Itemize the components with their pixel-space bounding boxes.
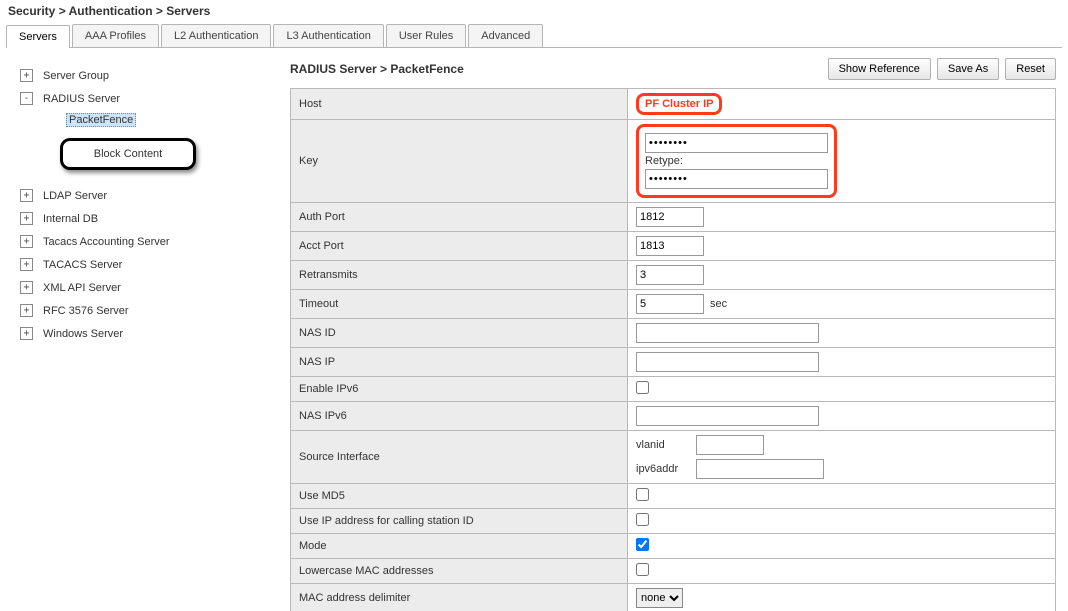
breadcrumb: Security > Authentication > Servers: [0, 0, 1068, 22]
enable-ipv6-checkbox[interactable]: [636, 381, 649, 394]
retransmits-input[interactable]: [636, 265, 704, 285]
tree-item-label: RADIUS Server: [43, 93, 120, 105]
key-retype-input[interactable]: [645, 169, 828, 189]
key-label: Key: [291, 120, 628, 203]
use-md5-label: Use MD5: [291, 484, 628, 509]
ipv6addr-input[interactable]: [696, 459, 824, 479]
expand-icon[interactable]: +: [20, 304, 33, 317]
expand-icon[interactable]: +: [20, 235, 33, 248]
vlanid-input[interactable]: [696, 435, 764, 455]
timeout-label: Timeout: [291, 290, 628, 319]
tree-item-radius-server[interactable]: - RADIUS Server: [20, 87, 280, 110]
timeout-input[interactable]: [636, 294, 704, 314]
tree-item-label: XML API Server: [43, 282, 121, 294]
timeout-unit: sec: [710, 298, 727, 310]
nas-ip-input[interactable]: [636, 352, 819, 372]
nas-ipv6-input[interactable]: [636, 406, 819, 426]
tree-item-xml-api[interactable]: + XML API Server: [20, 276, 280, 299]
tab-servers[interactable]: Servers: [6, 25, 70, 48]
tab-bar: Servers AAA Profiles L2 Authentication L…: [6, 24, 1062, 48]
lowercase-mac-checkbox[interactable]: [636, 563, 649, 576]
lowercase-mac-label: Lowercase MAC addresses: [291, 559, 628, 584]
tree-item-label: Server Group: [43, 70, 109, 82]
expand-icon[interactable]: +: [20, 212, 33, 225]
collapse-icon[interactable]: -: [20, 92, 33, 105]
use-ip-csid-label: Use IP address for calling station ID: [291, 509, 628, 534]
nas-id-input[interactable]: [636, 323, 819, 343]
key-input[interactable]: [645, 133, 828, 153]
nas-id-label: NAS ID: [291, 319, 628, 348]
acct-port-input[interactable]: [636, 236, 704, 256]
tree-item-label: LDAP Server: [43, 190, 107, 202]
host-value: PF Cluster IP: [636, 93, 722, 115]
tab-l2-auth[interactable]: L2 Authentication: [161, 24, 271, 47]
source-interface-label: Source Interface: [291, 431, 628, 484]
tree-item-packetfence[interactable]: PacketFence: [66, 110, 280, 130]
host-label: Host: [291, 89, 628, 120]
mode-label: Mode: [291, 534, 628, 559]
tab-aaa-profiles[interactable]: AAA Profiles: [72, 24, 159, 47]
tree-item-tacacs-server[interactable]: + TACACS Server: [20, 253, 280, 276]
annotation-callout: Block Content: [60, 138, 196, 170]
nas-ipv6-label: NAS IPv6: [291, 402, 628, 431]
tree-item-label: PacketFence: [66, 113, 136, 127]
tree-item-rfc3576[interactable]: + RFC 3576 Server: [20, 299, 280, 322]
tab-advanced[interactable]: Advanced: [468, 24, 543, 47]
expand-icon[interactable]: +: [20, 327, 33, 340]
key-highlight: Retype:: [636, 124, 837, 198]
expand-icon[interactable]: +: [20, 69, 33, 82]
save-as-button[interactable]: Save As: [937, 58, 999, 80]
nas-ip-label: NAS IP: [291, 348, 628, 377]
key-retype-label: Retype:: [645, 155, 683, 167]
tab-l3-auth[interactable]: L3 Authentication: [273, 24, 383, 47]
server-tree: + Server Group - RADIUS Server PacketFen…: [6, 58, 284, 611]
tree-item-label: Internal DB: [43, 213, 98, 225]
tree-item-label: TACACS Server: [43, 259, 122, 271]
show-reference-button[interactable]: Show Reference: [828, 58, 931, 80]
mac-delimiter-label: MAC address delimiter: [291, 584, 628, 611]
reset-button[interactable]: Reset: [1005, 58, 1056, 80]
enable-ipv6-label: Enable IPv6: [291, 377, 628, 402]
use-md5-checkbox[interactable]: [636, 488, 649, 501]
tree-item-internal-db[interactable]: + Internal DB: [20, 207, 280, 230]
tree-item-ldap-server[interactable]: + LDAP Server: [20, 184, 280, 207]
tab-user-rules[interactable]: User Rules: [386, 24, 466, 47]
tree-item-label: Windows Server: [43, 328, 123, 340]
vlanid-label: vlanid: [636, 439, 696, 451]
use-ip-csid-checkbox[interactable]: [636, 513, 649, 526]
expand-icon[interactable]: +: [20, 258, 33, 271]
tree-item-label: RFC 3576 Server: [43, 305, 129, 317]
mac-delimiter-select[interactable]: none: [636, 588, 683, 608]
tree-item-server-group[interactable]: + Server Group: [20, 64, 280, 87]
auth-port-input[interactable]: [636, 207, 704, 227]
auth-port-label: Auth Port: [291, 203, 628, 232]
mode-checkbox[interactable]: [636, 538, 649, 551]
panel-title: RADIUS Server > PacketFence: [290, 62, 822, 76]
tree-item-tacacs-acct[interactable]: + Tacacs Accounting Server: [20, 230, 280, 253]
acct-port-label: Acct Port: [291, 232, 628, 261]
expand-icon[interactable]: +: [20, 281, 33, 294]
ipv6addr-label: ipv6addr: [636, 463, 696, 475]
tree-item-windows-server[interactable]: + Windows Server: [20, 322, 280, 345]
expand-icon[interactable]: +: [20, 189, 33, 202]
retransmits-label: Retransmits: [291, 261, 628, 290]
config-table: Host PF Cluster IP Key Retype: Auth Port: [290, 88, 1056, 611]
tree-item-label: Tacacs Accounting Server: [43, 236, 170, 248]
